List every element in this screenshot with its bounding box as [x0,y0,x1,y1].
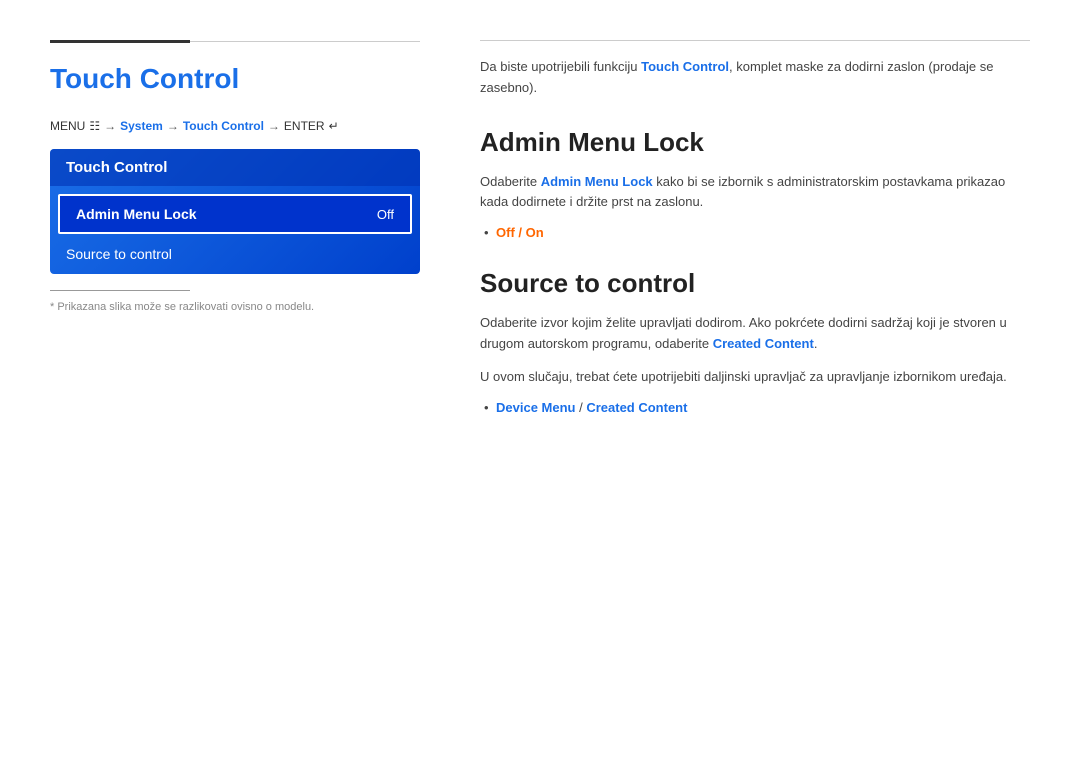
bullet-off-on: Off / On [480,225,1030,240]
admin-menu-value: Off [377,207,394,222]
right-top-rule [480,40,1030,41]
source-to-control-section: Source to control Odaberite izvor kojim … [480,268,1030,414]
admin-menu-lock-title: Admin Menu Lock [480,127,1030,158]
off-on-option: Off / On [496,225,544,240]
breadcrumb: MENU ☷ → System → Touch Control → ENTER … [50,119,420,133]
touch-control-menu: Touch Control Admin Menu Lock Off Source… [50,149,420,274]
rule-light [190,41,420,42]
menu-item-source[interactable]: Source to control [50,238,420,270]
arrow-3: → [268,119,280,133]
created-content-highlight-1: Created Content [713,336,814,351]
system-link: System [120,119,163,133]
enter-label: ENTER [284,119,325,133]
menu-icon: ☷ [89,119,100,133]
top-rule [50,40,420,43]
admin-menu-label: Admin Menu Lock [76,206,197,222]
source-description-2: U ovom slučaju, trebat ćete upotrijebiti… [480,367,1030,388]
option-separator: / [575,400,586,415]
admin-menu-lock-bullets: Off / On [480,225,1030,240]
source-description-1: Odaberite izvor kojim želite upravljati … [480,313,1030,355]
image-note: * Prikazana slika može se razlikovati ov… [50,301,420,313]
menu-box-items: Admin Menu Lock Off Source to control [50,186,420,274]
section-divider [50,290,190,291]
created-content-option: Created Content [586,400,687,415]
rule-accent [50,40,190,43]
admin-menu-lock-section: Admin Menu Lock Odaberite Admin Menu Loc… [480,127,1030,241]
menu-box-header: Touch Control [50,149,420,186]
device-menu-option: Device Menu [496,400,575,415]
menu-label: MENU [50,119,85,133]
menu-item-admin[interactable]: Admin Menu Lock Off [58,194,412,234]
bullet-device-menu: Device Menu / Created Content [480,400,1030,415]
touch-control-link: Touch Control [183,119,264,133]
page-title: Touch Control [50,63,420,95]
right-panel: Da biste upotrijebili funkciju Touch Con… [480,40,1030,723]
enter-icon: ↵ [329,119,339,133]
left-panel: Touch Control MENU ☷ → System → Touch Co… [50,40,420,723]
admin-menu-lock-description: Odaberite Admin Menu Lock kako bi se izb… [480,172,1030,214]
source-to-control-title: Source to control [480,268,1030,299]
intro-text: Da biste upotrijebili funkciju Touch Con… [480,57,1030,99]
source-bullets: Device Menu / Created Content [480,400,1030,415]
touch-control-highlight: Touch Control [641,59,729,74]
admin-menu-lock-highlight: Admin Menu Lock [541,174,653,189]
arrow-1: → [104,119,116,133]
arrow-2: → [167,119,179,133]
source-control-label: Source to control [66,246,172,262]
